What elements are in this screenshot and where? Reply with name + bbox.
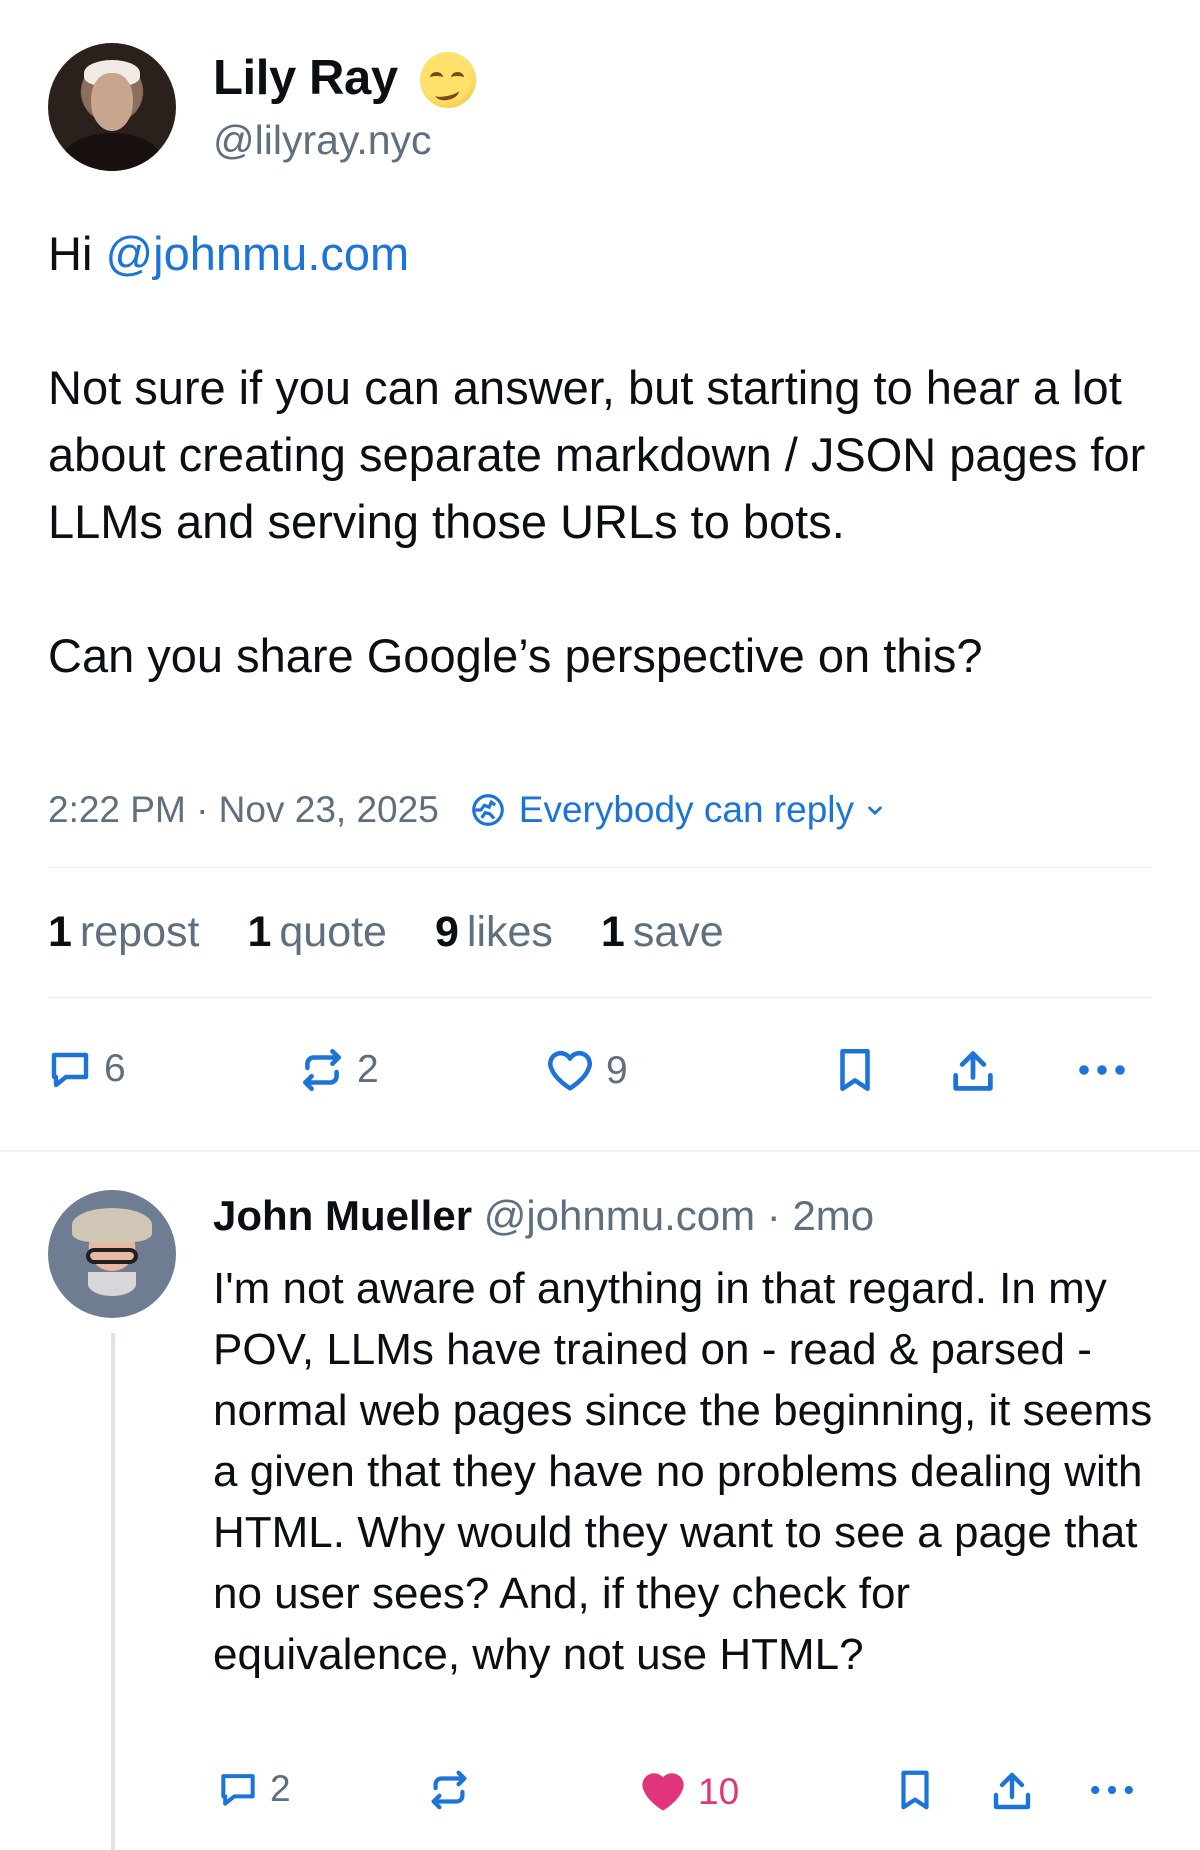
emoji-mouth [433,83,461,103]
avatar-hat [72,1208,152,1242]
quote-label: quote [279,908,387,956]
reply-share-button[interactable] [988,1767,1036,1815]
reply-header: John Mueller @johnmu.com · 2mo [213,1192,874,1240]
reply-setting-button[interactable]: Everybody can reply [469,789,900,831]
quote-count: 1 [247,908,272,956]
smirking-face-icon [420,52,476,108]
reply-icon [51,1052,89,1088]
bookmark-icon [901,1770,929,1810]
engagement-stats: 1 repost 1 quote 9 likes 1 save [48,908,772,957]
stats-top-divider [48,867,1152,868]
reply-actions: 2 10 [210,1767,1150,1817]
avatar-beard [88,1272,136,1296]
thread-separator [0,1150,1200,1152]
heart-filled-icon [642,1773,684,1811]
repost-count-stat[interactable]: 1 repost [48,908,199,957]
repost-icon [431,1770,467,1810]
like-action-count: 9 [606,1049,628,1092]
globe-icon [471,794,504,826]
more-options-button[interactable] [1072,1045,1132,1095]
like-count-stat[interactable]: 9 likes [435,908,553,957]
reply-count: 6 [104,1047,126,1090]
heart-icon [548,1050,592,1091]
share-icon [953,1051,993,1091]
chevron-down-icon [868,806,882,815]
more-options-icon [1079,1065,1125,1075]
reply-bookmark-button[interactable] [892,1767,938,1813]
post-text: Hi @johnmu.com Not sure if you can answe… [48,220,1158,689]
post-meta: 2:22 PM · Nov 23, 2025 Everybody can rep… [48,785,900,835]
post-actions: 6 2 9 [42,1045,1162,1105]
reply-author-name[interactable]: John Mueller [213,1192,472,1239]
save-count: 1 [600,908,625,956]
emoji-left-eye [430,72,443,83]
avatar-face [91,73,133,131]
author-handle[interactable]: @lilyray.nyc [213,117,432,164]
emoji-right-eye [451,72,464,83]
author-avatar[interactable] [48,43,176,171]
bookmark-button[interactable] [830,1045,880,1095]
stats-bottom-divider [48,997,1152,998]
save-label: save [632,908,724,956]
avatar-glasses [86,1248,138,1264]
reply-author-avatar[interactable] [48,1190,176,1318]
share-icon [993,1772,1031,1810]
post-body: Not sure if you can answer, but starting… [48,361,1146,682]
likes-label: likes [466,908,553,956]
reply-button[interactable]: 6 [46,1045,126,1093]
post-timestamp: 2:22 PM · Nov 23, 2025 [48,789,439,830]
reply-reply-count: 2 [270,1768,291,1809]
save-count-stat[interactable]: 1 save [601,908,724,957]
reply-author-handle[interactable]: @johnmu.com [484,1192,755,1239]
reply-reply-button[interactable]: 2 [216,1767,291,1811]
reply-setting-label: Everybody can reply [518,789,855,830]
repost-action-count: 2 [357,1048,379,1091]
quote-count-stat[interactable]: 1 quote [247,908,387,957]
author-name[interactable]: Lily Ray [213,50,398,106]
reply-text: I'm not aware of anything in that regard… [213,1264,1153,1679]
reply-like-count: 10 [698,1771,740,1812]
more-options-icon [1091,1785,1133,1795]
like-button[interactable]: 9 [544,1045,628,1097]
repost-button[interactable]: 2 [297,1045,379,1095]
like-count: 9 [434,908,459,956]
reply-more-options-button[interactable] [1084,1767,1140,1813]
bookmark-icon [840,1048,870,1092]
thread-line [111,1333,115,1850]
reply-time: · 2mo [766,1192,875,1239]
reply-repost-button[interactable] [426,1767,472,1813]
repost-label: repost [79,908,200,956]
share-button[interactable] [947,1045,999,1097]
mention-link[interactable]: @johnmu.com [105,227,409,280]
post-greeting: Hi [48,227,106,280]
avatar-shoulders [62,133,162,171]
repost-count: 1 [48,908,72,956]
reply-like-button[interactable]: 10 [638,1767,739,1817]
repost-icon [303,1048,341,1092]
reply-icon [221,1774,255,1806]
